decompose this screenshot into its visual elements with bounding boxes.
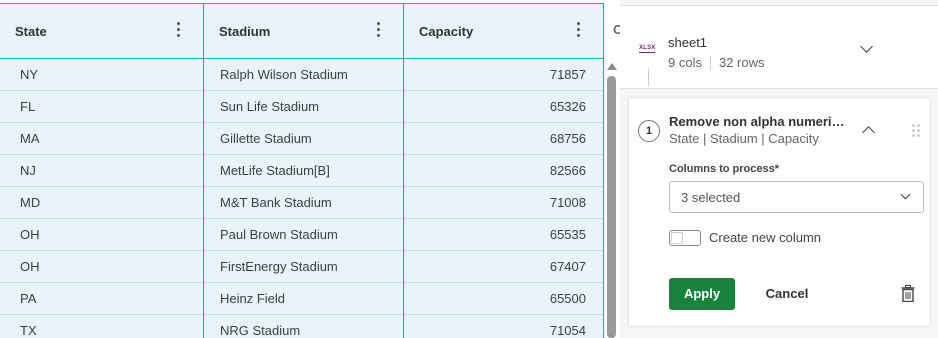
cell-stadium: Ralph Wilson Stadium <box>220 67 348 82</box>
table-row[interactable]: TX NRG Stadium 71054 <box>0 315 604 338</box>
column-menu-icon[interactable] <box>377 22 381 38</box>
cell-state: OH <box>20 259 40 274</box>
source-file-card[interactable]: XLSX sheet1 9 cols 32 rows <box>620 5 938 89</box>
column-header-label: Stadium <box>219 23 271 39</box>
cancel-button[interactable]: Cancel <box>751 278 823 310</box>
cell-stadium: Sun Life Stadium <box>220 99 320 114</box>
step-number: 1 <box>638 120 660 142</box>
step-card: 1 Remove non alpha numeri… State | Stadi… <box>628 97 931 327</box>
chevron-down-icon[interactable] <box>860 40 873 53</box>
file-meta: 9 cols 32 rows <box>668 55 765 70</box>
table-row[interactable]: OH FirstEnergy Stadium 67407 <box>0 251 604 283</box>
row-count: 32 rows <box>718 55 765 70</box>
cell-state: PA <box>20 291 37 306</box>
columns-select[interactable]: 3 selected <box>669 181 924 213</box>
transform-panel: XLSX sheet1 9 cols 32 rows 1 Remove non … <box>620 0 938 338</box>
chevron-up-icon[interactable] <box>862 126 875 139</box>
cell-capacity: 71857 <box>549 67 586 82</box>
column-divider <box>403 59 404 338</box>
column-divider <box>203 59 204 338</box>
column-header-state[interactable]: State <box>0 4 204 58</box>
column-menu-icon[interactable] <box>577 22 581 38</box>
column-header-label: Capacity <box>419 23 474 39</box>
cell-state: FL <box>20 99 36 114</box>
scrollbar-thumb[interactable] <box>607 76 616 338</box>
cell-stadium: Heinz Field <box>220 291 286 306</box>
data-grid: State Stadium Capacity C NY Ralph Wilson … <box>0 0 620 338</box>
trash-icon[interactable] <box>901 285 915 303</box>
cell-capacity: 71054 <box>549 323 586 338</box>
cell-stadium: NRG Stadium <box>220 323 301 338</box>
cell-capacity: 65326 <box>549 99 586 114</box>
columns-to-process-label: Columns to process* <box>669 163 780 175</box>
cell-stadium: Gillette Stadium <box>220 131 312 146</box>
column-count: 9 cols <box>668 55 702 70</box>
cell-state: TX <box>20 323 37 338</box>
cell-capacity: 71008 <box>549 195 586 210</box>
table-row[interactable]: MA Gillette Stadium 68756 <box>0 123 604 155</box>
connector-line <box>648 68 649 86</box>
cell-stadium: FirstEnergy Stadium <box>220 259 338 274</box>
table-row[interactable]: OH Paul Brown Stadium 65535 <box>0 219 604 251</box>
cell-capacity: 82566 <box>549 163 586 178</box>
cell-capacity: 68756 <box>549 131 586 146</box>
table-row[interactable]: NY Ralph Wilson Stadium 71857 <box>0 59 604 91</box>
drag-handle-icon[interactable] <box>912 124 920 138</box>
cell-capacity: 65535 <box>549 227 586 242</box>
cell-stadium: MetLife Stadium[B] <box>220 163 330 178</box>
apply-button[interactable]: Apply <box>669 278 735 310</box>
columns-select-value: 3 selected <box>681 190 741 205</box>
create-new-column-toggle[interactable] <box>669 230 701 246</box>
scroll-up-arrow-icon[interactable] <box>607 63 617 70</box>
column-header-stadium[interactable]: Stadium <box>204 4 404 58</box>
cell-stadium: Paul Brown Stadium <box>220 227 338 242</box>
chevron-down-icon <box>900 189 911 200</box>
cell-capacity: 67407 <box>549 259 586 274</box>
create-new-column-label: Create new column <box>709 230 821 245</box>
cell-stadium: M&T Bank Stadium <box>220 195 332 210</box>
cell-state: NJ <box>20 163 36 178</box>
table-row[interactable]: NJ MetLife Stadium[B] 82566 <box>0 155 604 187</box>
xlsx-file-icon: XLSX <box>639 45 656 53</box>
next-column-label: C <box>613 22 620 37</box>
step-columns-summary: State | Stadium | Capacity <box>669 131 819 146</box>
grid-header: State Stadium Capacity <box>0 3 620 59</box>
cell-state: NY <box>20 67 39 82</box>
cell-state: MD <box>20 195 41 210</box>
table-row[interactable]: PA Heinz Field 65500 <box>0 283 604 315</box>
table-row[interactable]: FL Sun Life Stadium 65326 <box>0 91 604 123</box>
column-header-label: State <box>15 23 47 39</box>
cell-capacity: 65500 <box>549 291 586 306</box>
column-header-capacity[interactable]: Capacity <box>404 4 604 58</box>
step-title: Remove non alpha numeri… <box>669 114 845 129</box>
column-menu-icon[interactable] <box>177 22 181 38</box>
table-row[interactable]: MD M&T Bank Stadium 71008 <box>0 187 604 219</box>
cell-state: OH <box>20 227 40 242</box>
file-name: sheet1 <box>668 35 708 50</box>
cell-state: MA <box>20 131 40 146</box>
